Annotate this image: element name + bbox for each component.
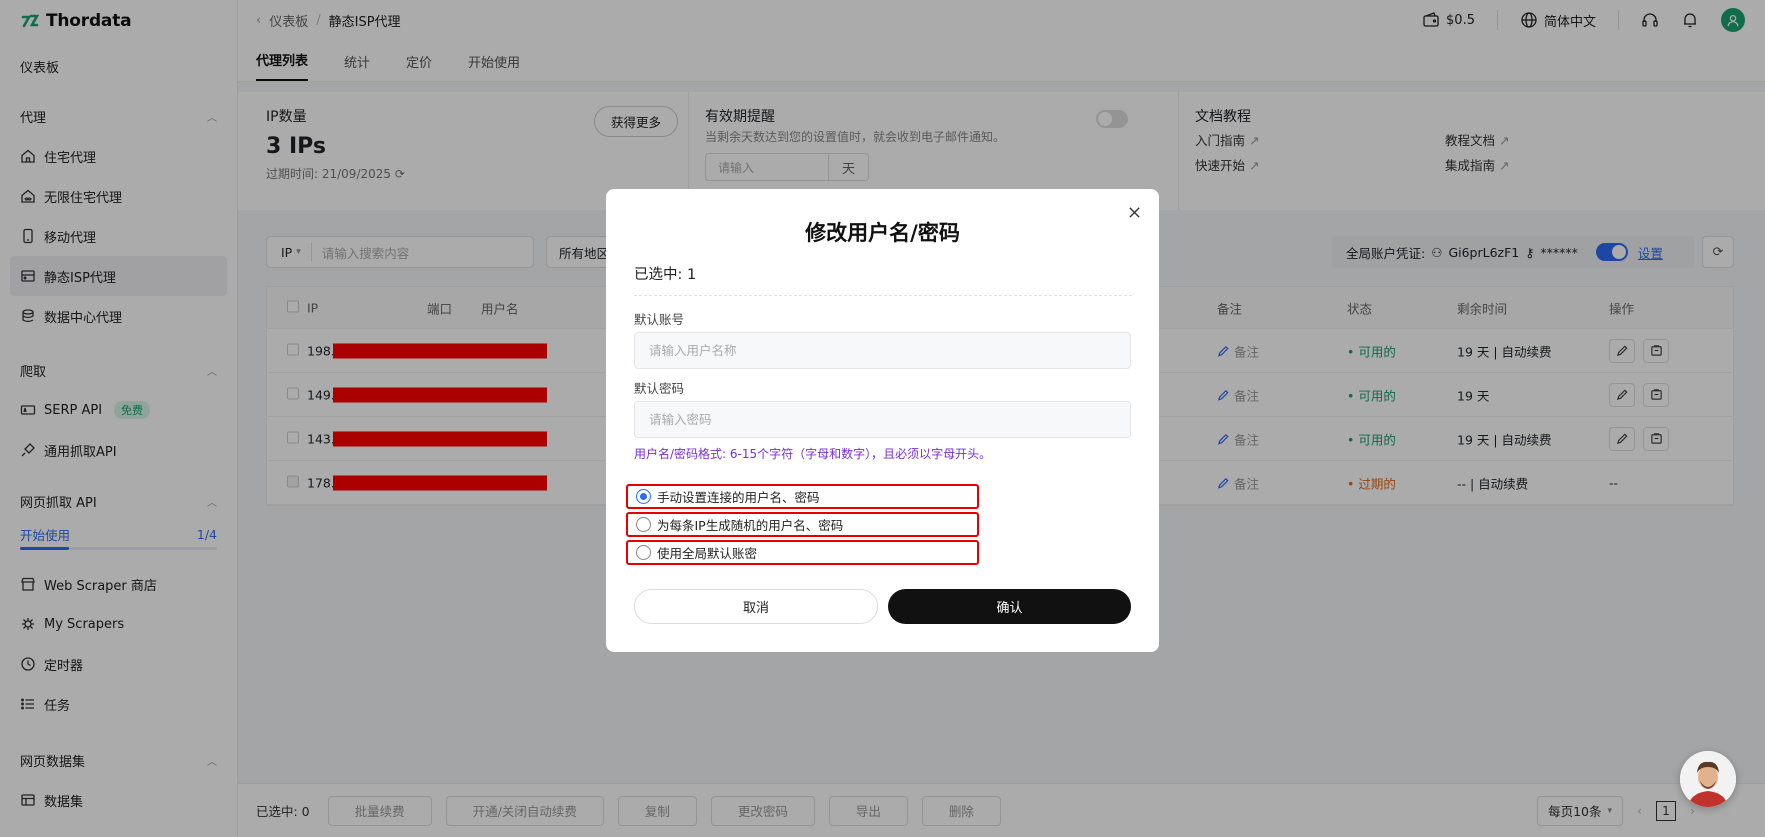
username-input[interactable] — [634, 332, 1131, 369]
modal-title: 修改用户名/密码 — [805, 221, 960, 245]
option-random-credentials[interactable]: 为每条IP生成随机的用户名、密码 — [626, 512, 979, 537]
option-label: 手动设置连接的用户名、密码 — [657, 490, 820, 505]
support-chat-avatar[interactable] — [1680, 751, 1736, 807]
username-label: 默认账号 — [634, 312, 685, 327]
edit-credentials-modal: 修改用户名/密码 已选中: 1 默认账号 默认密码 用户名/密码格式: 6-15… — [606, 189, 1159, 652]
option-global-credentials[interactable]: 使用全局默认账密 — [626, 540, 979, 565]
option-manual-credentials[interactable]: 手动设置连接的用户名、密码 — [626, 484, 979, 509]
divider — [634, 295, 1132, 296]
password-input[interactable] — [634, 401, 1131, 438]
password-label: 默认密码 — [634, 381, 685, 396]
radio-button[interactable] — [636, 517, 651, 532]
modal-selected-count: 已选中: 1 — [634, 267, 697, 283]
support-agent-icon — [1680, 751, 1736, 807]
cancel-button[interactable]: 取消 — [634, 589, 878, 624]
radio-button[interactable] — [636, 545, 651, 560]
confirm-button[interactable]: 确认 — [888, 589, 1131, 624]
option-label: 为每条IP生成随机的用户名、密码 — [657, 518, 844, 533]
format-hint: 用户名/密码格式: 6-15个字符（字母和数字），且必须以字母开头。 — [634, 447, 992, 461]
radio-button[interactable] — [636, 489, 651, 504]
option-label: 使用全局默认账密 — [657, 546, 758, 561]
